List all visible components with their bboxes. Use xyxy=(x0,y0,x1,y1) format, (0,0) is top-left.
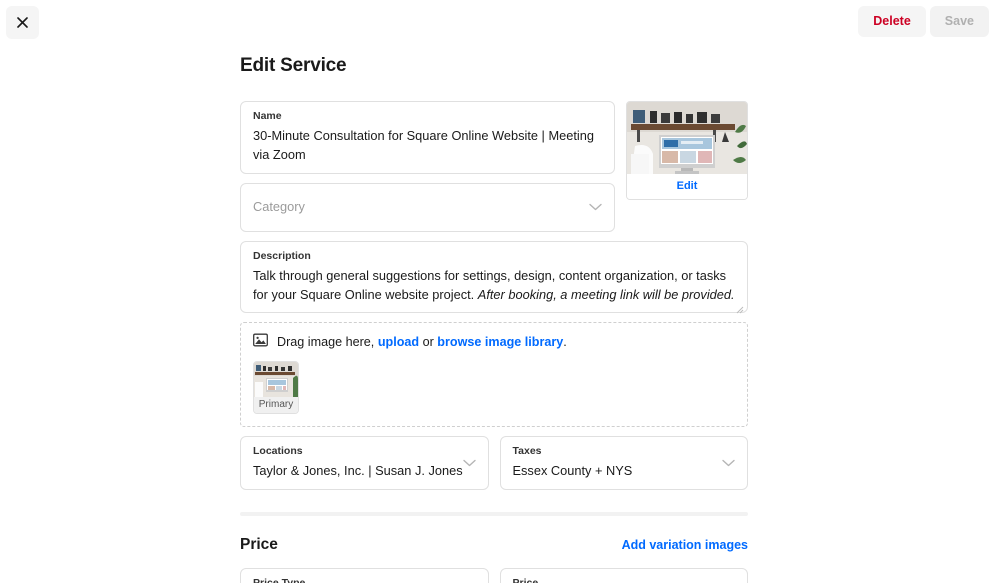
image-dropzone[interactable]: Drag image here, upload or browse image … xyxy=(240,321,748,427)
dropzone-text-after: . xyxy=(563,335,567,350)
top-bar-actions: Delete Save xyxy=(858,6,989,37)
price-section-title: Price xyxy=(240,535,278,553)
image-icon xyxy=(253,333,268,352)
edit-service-screen: Delete Save Edit Service Name 30-Minute … xyxy=(0,0,999,583)
locations-label: Locations xyxy=(253,444,303,457)
name-value: 30-Minute Consultation for Square Online… xyxy=(253,127,594,162)
dropzone-header: Drag image here, upload or browse image … xyxy=(253,333,735,352)
name-field[interactable]: Name 30-Minute Consultation for Square O… xyxy=(240,101,615,175)
upload-link[interactable]: upload xyxy=(378,335,419,349)
chevron-down-icon xyxy=(462,454,476,472)
name-label: Name xyxy=(253,110,282,122)
price-field[interactable]: Price $50.00 xyxy=(499,567,748,583)
locations-taxes-row: Locations Taylor & Jones, Inc. | Susan J… xyxy=(240,435,748,490)
service-image-card: Edit xyxy=(626,101,748,200)
price-type-select[interactable]: Price Type Fixed xyxy=(240,567,489,583)
form-content: Edit Service Name 30-Minute Consultation… xyxy=(240,55,748,583)
chevron-down-icon xyxy=(722,454,735,472)
image-thumbnail[interactable]: Primary xyxy=(253,360,299,414)
add-variation-images-link[interactable]: Add variation images xyxy=(622,538,748,552)
description-text: Talk through general suggestions for set… xyxy=(253,266,735,305)
price-type-label: Price Type xyxy=(253,576,306,583)
thumbnail-image xyxy=(254,361,298,397)
description-italic: After booking, a meeting link will be pr… xyxy=(477,287,735,303)
description-field[interactable]: Description Talk through general suggest… xyxy=(240,240,748,314)
category-placeholder: Category xyxy=(253,199,305,215)
service-image xyxy=(627,102,747,174)
locations-value: Taylor & Jones, Inc. | Susan J. Jones xyxy=(253,462,463,478)
dropzone-text-before: Drag image here, xyxy=(277,335,378,350)
taxes-select[interactable]: Taxes Essex County + NYS xyxy=(499,435,748,490)
browse-image-library-link[interactable]: browse image library xyxy=(437,335,563,349)
page-title: Edit Service xyxy=(240,55,347,76)
delete-button[interactable]: Delete xyxy=(858,6,926,37)
thumbnail-caption: Primary xyxy=(254,396,298,413)
edit-image-link[interactable]: Edit xyxy=(627,174,747,199)
description-label: Description xyxy=(253,249,311,262)
top-bar: Delete Save xyxy=(0,0,999,44)
taxes-label: Taxes xyxy=(512,444,542,457)
price-row: Price Type Fixed Price $50.00 xyxy=(240,567,748,583)
taxes-value: Essex County + NYS xyxy=(512,462,633,478)
description-group: Description Talk through general suggest… xyxy=(240,240,748,314)
save-button[interactable]: Save xyxy=(929,6,989,37)
dropzone-text: Drag image here, upload or browse image … xyxy=(277,335,567,349)
dropzone-text-middle: or xyxy=(419,335,438,350)
price-label: Price xyxy=(512,576,539,583)
price-section-header: Price Add variation images xyxy=(240,536,748,554)
close-icon xyxy=(17,17,28,28)
resize-handle-icon[interactable] xyxy=(736,301,744,314)
category-select[interactable]: Category xyxy=(240,183,615,232)
close-button[interactable] xyxy=(6,6,39,39)
name-category-group: Name 30-Minute Consultation for Square O… xyxy=(240,101,748,232)
section-divider xyxy=(240,511,748,516)
locations-select[interactable]: Locations Taylor & Jones, Inc. | Susan J… xyxy=(240,435,489,490)
chevron-down-icon xyxy=(589,198,602,216)
